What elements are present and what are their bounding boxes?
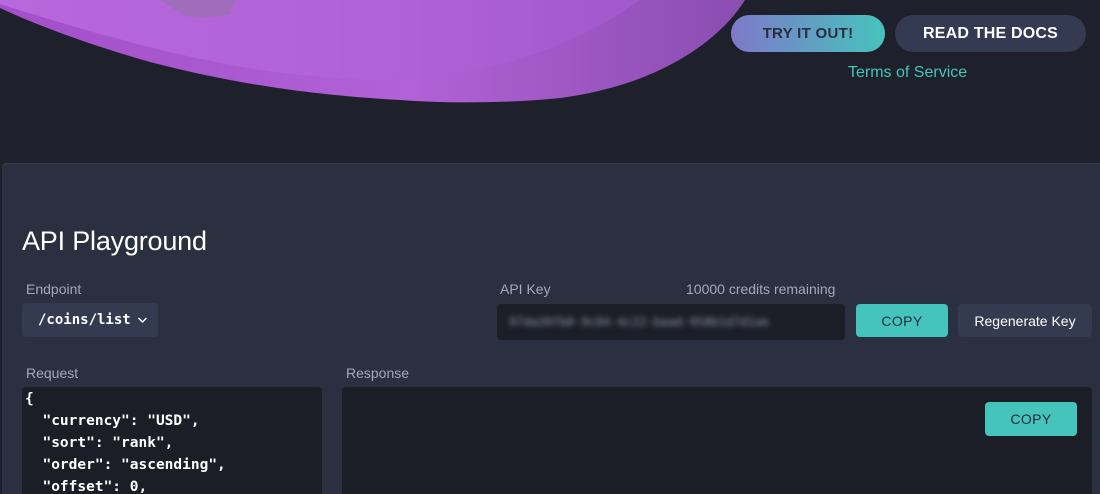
regenerate-key-button[interactable]: Regenerate Key: [958, 304, 1092, 337]
request-line: "currency": "USD",: [25, 413, 200, 429]
read-the-docs-button[interactable]: READ THE DOCS: [895, 15, 1086, 52]
request-code: { "currency": "USD", "sort": "rank", "or…: [25, 388, 226, 494]
page-title: API Playground: [22, 226, 207, 256]
endpoint-select[interactable]: /coins/list: [22, 303, 158, 337]
request-line: {: [25, 391, 34, 407]
terms-of-service-link[interactable]: Terms of Service: [848, 64, 967, 82]
copy-response-button[interactable]: COPY: [985, 402, 1077, 436]
request-editor[interactable]: { "currency": "USD", "sort": "rank", "or…: [22, 387, 322, 494]
api-key-label: API Key: [500, 281, 551, 297]
response-label: Response: [346, 365, 410, 381]
api-key-value: 97da39fb0-9c84-4c22-baad-958b1d7d1ae: [509, 315, 770, 329]
hero-wave-graphic: [0, 0, 745, 103]
request-line: "offset": 0,: [25, 479, 148, 494]
request-line: "order": "ascending",: [25, 457, 226, 473]
chevron-down-icon: [137, 316, 148, 324]
page: TRY IT OUT! READ THE DOCS Terms of Servi…: [0, 0, 1100, 494]
request-label: Request: [26, 365, 79, 381]
credits-remaining-text: 10000 credits remaining: [686, 281, 836, 297]
response-viewer: [342, 387, 1092, 494]
request-line: "sort": "rank",: [25, 435, 174, 451]
api-key-field[interactable]: 97da39fb0-9c84-4c22-baad-958b1d7d1ae: [497, 304, 845, 340]
copy-api-key-button[interactable]: COPY: [856, 304, 948, 337]
try-it-out-button[interactable]: TRY IT OUT!: [731, 15, 885, 52]
endpoint-label: Endpoint: [26, 281, 82, 297]
endpoint-select-value: /coins/list: [38, 312, 131, 328]
